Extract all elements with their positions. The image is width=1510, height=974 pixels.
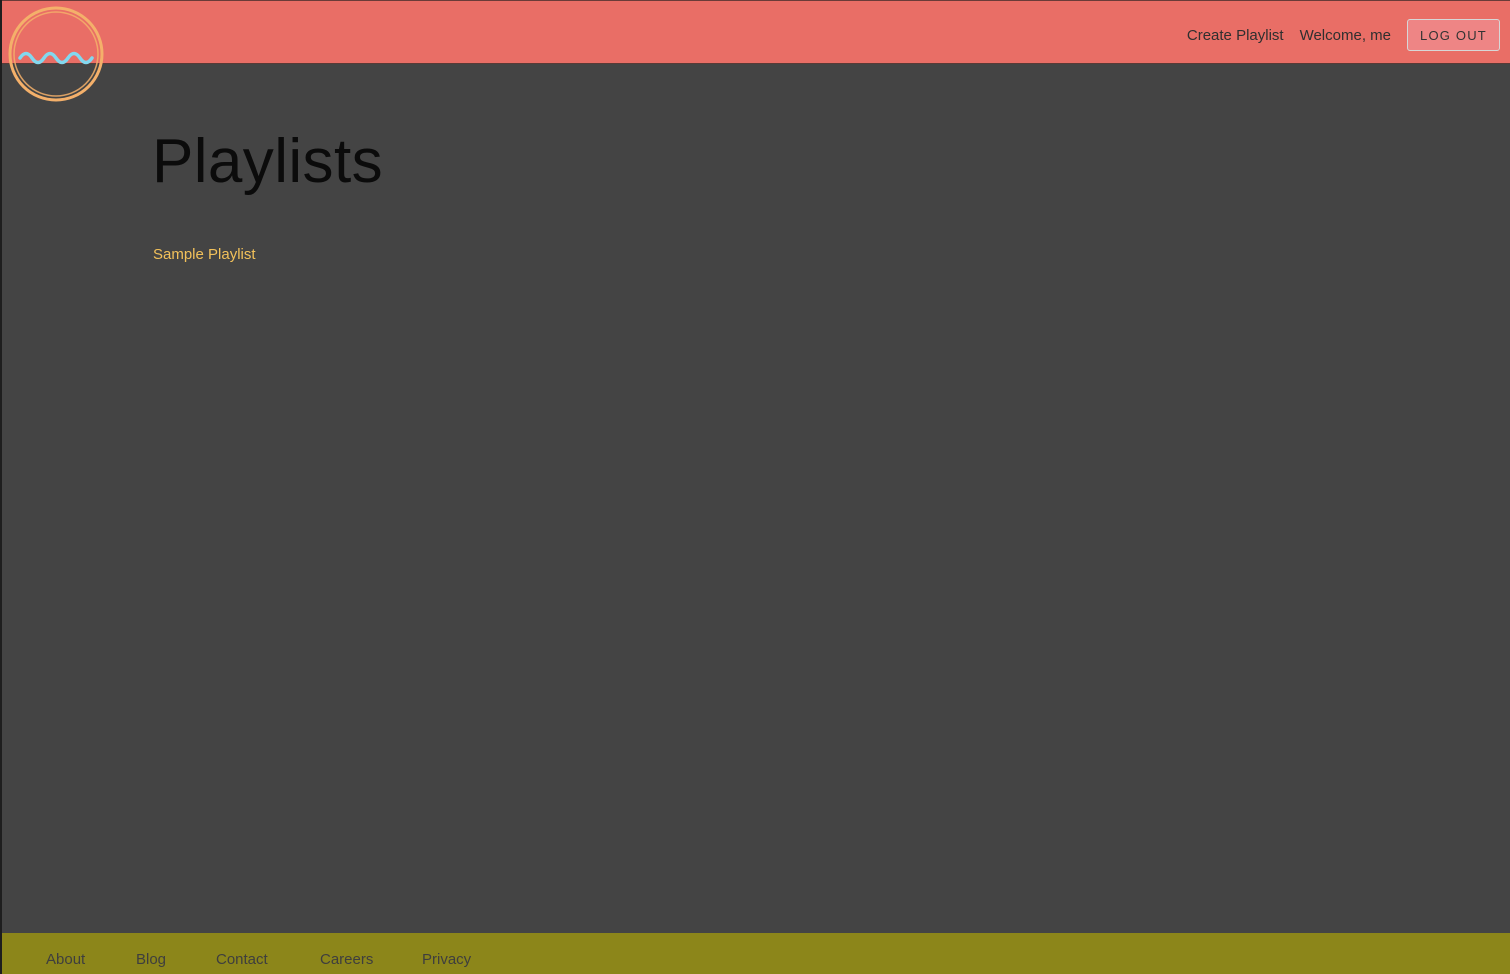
logo-graphic bbox=[8, 6, 104, 102]
page-title: Playlists bbox=[152, 127, 383, 196]
logout-button[interactable]: LOG OUT bbox=[1407, 19, 1500, 51]
footer-careers-link[interactable]: Careers bbox=[320, 951, 373, 968]
welcome-text: Welcome, me bbox=[1299, 26, 1391, 44]
footer-privacy-link[interactable]: Privacy bbox=[422, 951, 471, 968]
top-nav-actions: Create Playlist Welcome, me LOG OUT bbox=[1187, 19, 1500, 51]
top-navigation-bar: Create Playlist Welcome, me LOG OUT bbox=[2, 0, 1510, 64]
wave-circle-icon[interactable] bbox=[8, 6, 104, 102]
site-footer: About Blog Contact Careers Privacy bbox=[2, 933, 1510, 974]
footer-about-link[interactable]: About bbox=[46, 951, 85, 968]
create-playlist-link[interactable]: Create Playlist bbox=[1187, 27, 1284, 44]
footer-contact-link[interactable]: Contact bbox=[216, 951, 268, 968]
footer-blog-link[interactable]: Blog bbox=[136, 951, 166, 968]
playlist-link-sample[interactable]: Sample Playlist bbox=[153, 246, 256, 263]
app-window: Create Playlist Welcome, me LOG OUT Play… bbox=[0, 0, 1510, 974]
